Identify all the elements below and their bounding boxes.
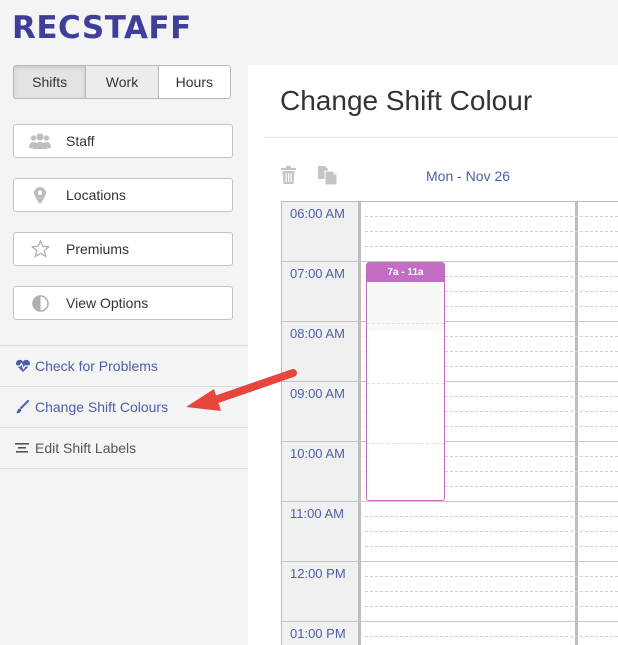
tab-hours[interactable]: Hours xyxy=(159,66,230,98)
title-divider xyxy=(264,137,618,138)
edit-shift-labels-label: Edit Shift Labels xyxy=(35,440,137,456)
day-column-divider xyxy=(575,201,578,645)
change-shift-colours-label: Change Shift Colours xyxy=(35,399,169,415)
heartbeat-icon xyxy=(15,359,35,373)
app-logo: RECSTAFF xyxy=(12,10,192,46)
hour-line xyxy=(281,441,618,442)
time-label: 12:00 PM xyxy=(290,566,346,581)
tab-shifts[interactable]: Shifts xyxy=(14,66,87,98)
grid-top-border xyxy=(281,201,618,202)
quarter-line xyxy=(365,606,618,607)
staff-label: Staff xyxy=(66,133,95,149)
time-label: 08:00 AM xyxy=(290,326,345,341)
time-label: 11:00 AM xyxy=(290,506,344,521)
tab-work[interactable]: Work xyxy=(86,66,159,98)
shift-header: 7a - 11a xyxy=(367,263,444,282)
hour-line xyxy=(281,621,618,622)
view-tabs: Shifts Work Hours xyxy=(13,65,231,99)
paintbrush-icon xyxy=(15,400,35,414)
premiums-button[interactable]: Premiums xyxy=(13,232,233,266)
star-icon xyxy=(14,240,66,258)
hour-line xyxy=(281,501,618,502)
premiums-label: Premiums xyxy=(66,241,130,257)
locations-label: Locations xyxy=(66,187,126,203)
quarter-line xyxy=(365,546,618,547)
view-options-label: View Options xyxy=(66,295,149,311)
quarter-line xyxy=(365,516,618,517)
quarter-line xyxy=(365,231,618,232)
shift-block[interactable]: 7a - 11a xyxy=(366,262,445,501)
time-label: 01:00 PM xyxy=(290,626,346,641)
quarter-line xyxy=(365,636,618,637)
shift-quarter-line xyxy=(367,443,444,444)
sidebar-divider xyxy=(0,386,248,387)
contrast-icon xyxy=(14,294,66,312)
hour-line xyxy=(281,381,618,382)
hour-line xyxy=(281,261,618,262)
sidebar-divider xyxy=(0,468,248,469)
edit-shift-labels-link[interactable]: Edit Shift Labels xyxy=(15,440,136,456)
app-root: RECSTAFF Shifts Work Hours Staff Locatio… xyxy=(0,0,618,645)
staff-button[interactable]: Staff xyxy=(13,124,233,158)
quarter-line xyxy=(365,591,618,592)
quarter-line xyxy=(365,246,618,247)
hour-line xyxy=(281,561,618,562)
day-header[interactable]: Mon - Nov 26 xyxy=(426,168,510,184)
copy-icon[interactable] xyxy=(318,166,338,190)
time-label: 06:00 AM xyxy=(290,206,345,221)
users-icon xyxy=(14,132,66,150)
trash-icon[interactable] xyxy=(281,166,296,189)
align-center-icon xyxy=(15,442,35,454)
quarter-line xyxy=(365,216,618,217)
change-shift-colours-link[interactable]: Change Shift Colours xyxy=(15,399,168,415)
quarter-line xyxy=(365,576,618,577)
quarter-line xyxy=(365,531,618,532)
page-title: Change Shift Colour xyxy=(280,85,533,116)
time-label: 09:00 AM xyxy=(290,386,345,401)
sidebar-divider xyxy=(0,427,248,428)
hour-line xyxy=(281,321,618,322)
day-calendar-grid: 06:00 AM 07:00 AM 08:00 AM 09:00 AM 10:0… xyxy=(281,201,618,645)
time-label: 10:00 AM xyxy=(290,446,345,461)
check-for-problems-label: Check for Problems xyxy=(35,358,158,374)
view-options-button[interactable]: View Options xyxy=(13,286,233,320)
shift-quarter-line xyxy=(367,383,444,384)
map-pin-icon xyxy=(14,186,66,204)
sidebar-divider xyxy=(0,345,248,346)
check-for-problems-link[interactable]: Check for Problems xyxy=(15,358,158,374)
locations-button[interactable]: Locations xyxy=(13,178,233,212)
shift-quarter-line xyxy=(367,323,444,324)
time-label: 07:00 AM xyxy=(290,266,345,281)
